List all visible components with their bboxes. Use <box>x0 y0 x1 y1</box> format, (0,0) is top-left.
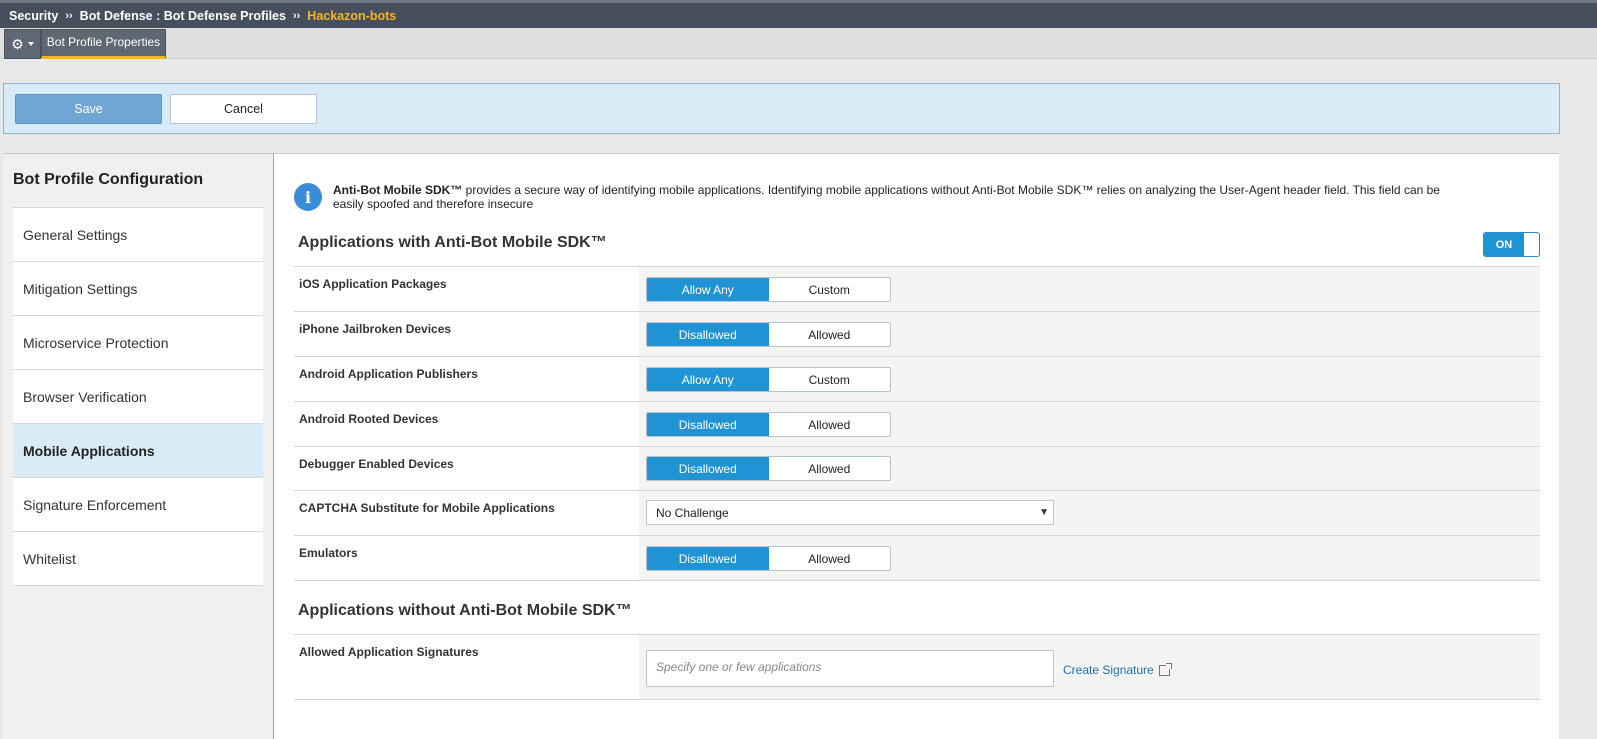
sidebar-item-microservice-protection[interactable]: Microservice Protection <box>13 316 263 370</box>
sidebar-item-whitelist[interactable]: Whitelist <box>13 532 263 586</box>
settings-row: Debugger Enabled Devices Disallowed Allo… <box>294 447 1540 491</box>
option-disallowed[interactable]: Disallowed <box>647 323 769 346</box>
info-icon: i <box>294 183 322 211</box>
without-sdk-settings: Allowed Application Signatures Specify o… <box>294 634 1540 700</box>
row-label-android-rooted: Android Rooted Devices <box>294 402 639 446</box>
main-panel: i Anti-Bot Mobile SDK™ provides a secure… <box>273 153 1559 739</box>
sidebar-title: Bot Profile Configuration <box>13 171 204 188</box>
emulators-toggle: Disallowed Allowed <box>646 546 891 571</box>
sidebar-item-browser-verification[interactable]: Browser Verification <box>13 370 263 424</box>
row-label-debugger-enabled: Debugger Enabled Devices <box>294 447 639 490</box>
option-allowed[interactable]: Allowed <box>769 323 891 346</box>
breadcrumb-bot-defense-profiles[interactable]: Bot Defense : Bot Defense Profiles <box>80 9 286 23</box>
info-bold-text: Anti-Bot Mobile SDK™ <box>333 183 463 197</box>
save-button[interactable]: Save <box>15 94 162 124</box>
create-signature-link[interactable]: Create Signature <box>1063 662 1172 677</box>
breadcrumb-security[interactable]: Security <box>9 9 58 23</box>
page-right-margin <box>1559 134 1597 739</box>
breadcrumb-current: Hackazon-bots <box>307 8 397 23</box>
sidebar-item-general-settings[interactable]: General Settings <box>13 208 263 262</box>
chevron-down-icon <box>27 42 34 46</box>
option-disallowed[interactable]: Disallowed <box>647 547 769 570</box>
option-disallowed[interactable]: Disallowed <box>647 457 769 480</box>
cancel-button[interactable]: Cancel <box>170 94 317 124</box>
sidebar-item-mobile-applications[interactable]: Mobile Applications <box>13 424 263 478</box>
settings-row: iPhone Jailbroken Devices Disallowed All… <box>294 312 1540 357</box>
option-allowed[interactable]: Allowed <box>769 547 891 570</box>
android-rooted-toggle: Disallowed Allowed <box>646 412 891 437</box>
captcha-substitute-select[interactable]: No Challenge ▼ <box>646 500 1054 525</box>
row-label-allowed-signatures: Allowed Application Signatures <box>294 635 639 699</box>
row-label-captcha-substitute: CAPTCHA Substitute for Mobile Applicatio… <box>294 491 639 535</box>
external-link-icon <box>1158 662 1172 676</box>
sidebar-item-signature-enforcement[interactable]: Signature Enforcement <box>13 478 263 532</box>
row-label-ios-packages: iOS Application Packages <box>294 267 639 311</box>
gear-menu-button[interactable]: ⚙ <box>4 29 41 59</box>
gear-icon: ⚙ <box>11 36 24 52</box>
row-label-android-publishers: Android Application Publishers <box>294 357 639 401</box>
row-label-iphone-jailbroken: iPhone Jailbroken Devices <box>294 312 639 356</box>
option-custom[interactable]: Custom <box>769 278 891 301</box>
settings-row: iOS Application Packages Allow Any Custo… <box>294 267 1540 312</box>
breadcrumb-separator: ›› <box>65 9 73 22</box>
option-allow-any[interactable]: Allow Any <box>647 278 769 301</box>
sidebar: Bot Profile Configuration General Settin… <box>3 153 273 739</box>
section-title-without-sdk: Applications without Anti-Bot Mobile SDK… <box>298 602 632 619</box>
sidebar-list: General Settings Mitigation Settings Mic… <box>13 207 263 586</box>
sidebar-item-mitigation-settings[interactable]: Mitigation Settings <box>13 262 263 316</box>
settings-row: CAPTCHA Substitute for Mobile Applicatio… <box>294 491 1540 536</box>
toggle-on-label: ON <box>1484 233 1524 256</box>
settings-row: Android Rooted Devices Disallowed Allowe… <box>294 402 1540 447</box>
with-sdk-settings: iOS Application Packages Allow Any Custo… <box>294 266 1540 581</box>
ios-packages-toggle: Allow Any Custom <box>646 277 891 302</box>
tab-strip: ⚙ Bot Profile Properties <box>0 28 1597 59</box>
tab-bot-profile-properties[interactable]: Bot Profile Properties <box>41 29 166 59</box>
signatures-input[interactable]: Specify one or few applications <box>646 650 1054 687</box>
option-allowed[interactable]: Allowed <box>769 413 891 436</box>
info-text: Anti-Bot Mobile SDK™ provides a secure w… <box>333 183 1473 211</box>
android-publishers-toggle: Allow Any Custom <box>646 367 891 392</box>
section-title-with-sdk: Applications with Anti-Bot Mobile SDK™ <box>298 234 607 251</box>
iphone-jailbroken-toggle: Disallowed Allowed <box>646 322 891 347</box>
option-custom[interactable]: Custom <box>769 368 891 391</box>
option-disallowed[interactable]: Disallowed <box>647 413 769 436</box>
option-allow-any[interactable]: Allow Any <box>647 368 769 391</box>
option-allowed[interactable]: Allowed <box>769 457 891 480</box>
row-label-emulators: Emulators <box>294 536 639 580</box>
debugger-enabled-toggle: Disallowed Allowed <box>646 456 891 481</box>
captcha-select-value: No Challenge <box>656 505 729 520</box>
action-bar: Save Cancel <box>3 83 1560 134</box>
dropdown-arrow-icon: ▼ <box>1039 507 1049 518</box>
settings-row: Allowed Application Signatures Specify o… <box>294 635 1540 700</box>
settings-row: Android Application Publishers Allow Any… <box>294 357 1540 402</box>
sdk-toggle[interactable]: ON <box>1483 232 1540 257</box>
settings-row: Emulators Disallowed Allowed <box>294 536 1540 581</box>
create-signature-label: Create Signature <box>1063 663 1154 677</box>
breadcrumb-separator: ›› <box>292 9 301 22</box>
info-body-text: provides a secure way of identifying mob… <box>333 183 1440 211</box>
breadcrumb: Security ›› Bot Defense : Bot Defense Pr… <box>0 0 1597 28</box>
